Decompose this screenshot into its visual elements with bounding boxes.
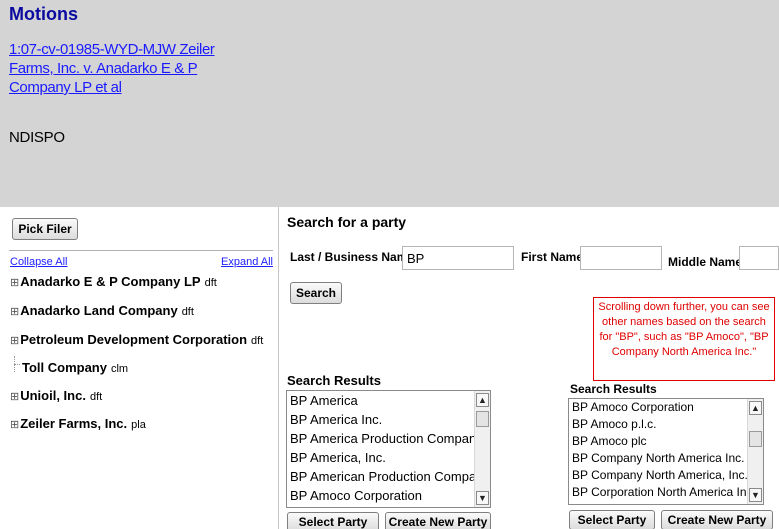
tree-item-petroleum-dev[interactable]: ⊞Petroleum Development Corporation dft <box>10 332 263 347</box>
scrollbar[interactable]: ▲ ▼ <box>474 391 490 507</box>
expand-all-link[interactable]: Expand All <box>221 256 273 268</box>
tree-item-unioil[interactable]: ⊞Unioil, Inc. dft <box>10 388 102 403</box>
tree-item-toll[interactable]: Toll Company clm <box>22 360 128 375</box>
pick-filer-button[interactable]: Pick Filer <box>12 218 78 240</box>
list-item[interactable]: BP Amoco Corporation <box>287 486 490 505</box>
scroll-up-icon[interactable]: ▲ <box>749 401 762 415</box>
first-name-label: First Name <box>521 250 584 264</box>
search-button[interactable]: Search <box>290 282 342 304</box>
scroll-up-icon[interactable]: ▲ <box>476 393 489 407</box>
scrollbar-thumb[interactable] <box>749 431 762 447</box>
party-name: Unioil, Inc. <box>20 388 86 403</box>
search-results-list[interactable]: BP America BP America Inc. BP America Pr… <box>286 390 491 508</box>
annotation-callout: Scrolling down further, you can see othe… <box>593 297 775 381</box>
first-name-input[interactable] <box>580 246 662 270</box>
middle-name-label: Middle Name <box>668 255 743 269</box>
party-name: Petroleum Development Corporation <box>20 332 248 347</box>
inset-results-title: Search Results <box>570 382 657 396</box>
search-title: Search for a party <box>287 214 407 230</box>
party-role: clm <box>110 363 129 375</box>
tree-item-anadarko-ep[interactable]: ⊞Anadarko E & P Company LP dft <box>10 274 217 289</box>
list-item[interactable]: BP Amoco Corporation <box>569 399 763 416</box>
select-party-button[interactable]: Select Party <box>287 512 379 529</box>
inset-results-list[interactable]: BP Amoco Corporation BP Amoco p.l.c. BP … <box>568 398 764 505</box>
expand-icon[interactable]: ⊞ <box>10 391 19 403</box>
case-status: NDISPO <box>9 129 65 146</box>
list-item[interactable]: BP America Inc. <box>287 410 490 429</box>
party-role: pla <box>131 419 146 431</box>
party-name: Anadarko Land Company <box>20 303 178 318</box>
party-role: dft <box>89 391 103 403</box>
party-name: Toll Company <box>22 360 107 375</box>
list-item[interactable]: BP America Production Company <box>287 429 490 448</box>
list-item[interactable]: BP Amoco p.l.c. <box>569 416 763 433</box>
expand-icon[interactable]: ⊞ <box>10 277 19 289</box>
scrollbar-thumb[interactable] <box>476 411 489 427</box>
party-role: dft <box>251 335 264 347</box>
party-name: Anadarko E & P Company LP <box>20 274 201 289</box>
list-item[interactable]: BP American Production Company <box>287 467 490 486</box>
scroll-down-icon[interactable]: ▼ <box>749 488 762 502</box>
expand-icon[interactable]: ⊞ <box>10 306 19 318</box>
panel-divider <box>278 207 279 529</box>
list-item[interactable]: BP America, Inc. <box>287 448 490 467</box>
list-item[interactable]: BP America <box>287 391 490 410</box>
inset-create-new-party-button[interactable]: Create New Party <box>661 510 773 529</box>
party-role: dft <box>181 306 194 318</box>
expand-icon[interactable]: ⊞ <box>10 335 19 347</box>
create-new-party-button[interactable]: Create New Party <box>385 512 491 529</box>
list-item[interactable]: BP Amoco plc <box>569 433 763 450</box>
search-results-title: Search Results <box>287 373 381 388</box>
last-name-input[interactable] <box>402 246 514 270</box>
page-title: Motions <box>9 4 78 24</box>
case-header: Motions 1:07-cv-01985-WYD-MJW Zeiler Far… <box>0 0 779 207</box>
party-name: Zeiler Farms, Inc. <box>20 416 128 431</box>
middle-name-input[interactable] <box>739 246 779 270</box>
scroll-down-icon[interactable]: ▼ <box>476 491 489 505</box>
scrollbar[interactable]: ▲ ▼ <box>747 399 763 504</box>
tree-item-zeiler[interactable]: ⊞Zeiler Farms, Inc. pla <box>10 416 146 431</box>
tree-item-anadarko-land[interactable]: ⊞Anadarko Land Company dft <box>10 303 194 318</box>
list-item[interactable]: BP Company North America, Inc. <box>569 467 763 484</box>
case-link[interactable]: 1:07-cv-01985-WYD-MJW Zeiler Farms, Inc.… <box>9 40 219 97</box>
list-item[interactable]: BP Corporation North America Inc. <box>569 484 763 501</box>
tree-connector <box>14 364 20 365</box>
divider <box>9 250 273 251</box>
collapse-all-link[interactable]: Collapse All <box>10 256 67 268</box>
last-name-label: Last / Business Name <box>290 250 415 264</box>
list-item[interactable]: BP Company North America Inc. <box>569 450 763 467</box>
expand-icon[interactable]: ⊞ <box>10 419 19 431</box>
inset-select-party-button[interactable]: Select Party <box>569 510 655 529</box>
party-role: dft <box>204 277 217 289</box>
